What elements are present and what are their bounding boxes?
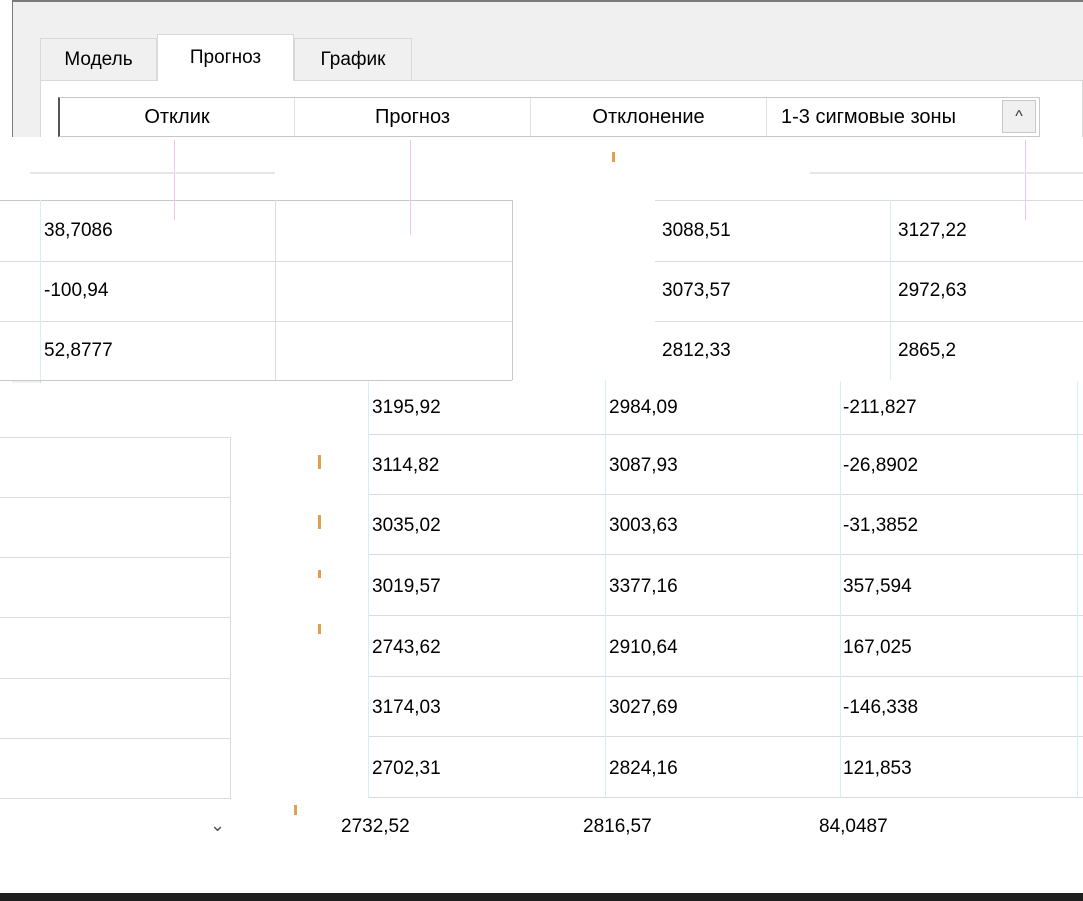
cell-forecast: 2910,64 bbox=[609, 637, 678, 658]
cell-forecast: 3087,93 bbox=[609, 455, 678, 476]
column-divider bbox=[275, 200, 276, 380]
row-divider bbox=[368, 434, 1083, 435]
column-divider bbox=[605, 380, 606, 798]
render-artifact bbox=[1025, 140, 1026, 220]
render-artifact bbox=[294, 805, 297, 815]
column-divider bbox=[512, 200, 513, 380]
cell-response: 2743,62 bbox=[372, 637, 441, 658]
cell-forecast: 2816,57 bbox=[583, 816, 652, 837]
cell-response: 3019,57 bbox=[372, 576, 441, 597]
row-divider bbox=[0, 200, 512, 201]
tab-chart[interactable]: График bbox=[294, 38, 412, 80]
render-artifact bbox=[318, 455, 321, 469]
window-top-border bbox=[0, 0, 1083, 2]
cell-deviation: 84,0487 bbox=[819, 816, 888, 837]
render-artifact bbox=[30, 172, 275, 174]
row-divider bbox=[0, 437, 230, 438]
row-divider bbox=[0, 798, 230, 799]
cell-deviation: -100,94 bbox=[44, 280, 109, 301]
chevron-up-icon: ^ bbox=[1015, 107, 1023, 125]
cell-response: 3174,03 bbox=[372, 697, 441, 718]
render-artifact bbox=[318, 624, 321, 634]
column-header-forecast[interactable]: Прогноз bbox=[295, 98, 531, 136]
render-artifact bbox=[318, 570, 321, 578]
row-divider bbox=[655, 200, 1083, 201]
cell-forecast: 3027,69 bbox=[609, 697, 678, 718]
row-divider bbox=[0, 261, 512, 262]
row-divider bbox=[655, 261, 1083, 262]
cell-response: 3114,82 bbox=[372, 455, 440, 476]
row-divider bbox=[0, 738, 230, 739]
table-header: Отклик Прогноз Отклонение 1-3 сигмовые з… bbox=[58, 97, 1040, 137]
cell-forecast: 2824,16 bbox=[609, 758, 678, 779]
row-divider bbox=[0, 321, 512, 322]
cell-forecast: 2984,09 bbox=[609, 397, 678, 418]
cell-forecast: 3377,16 bbox=[609, 576, 678, 597]
cell-lower-sigma: 2812,33 bbox=[662, 340, 731, 361]
cell-deviation: -211,827 bbox=[843, 397, 917, 418]
cell-response: 3035,02 bbox=[372, 515, 441, 536]
row-divider bbox=[0, 617, 230, 618]
row-divider bbox=[0, 557, 230, 558]
column-header-sigma-zones[interactable]: 1-3 сигмовые зоны bbox=[767, 98, 1002, 136]
row-divider bbox=[368, 494, 1083, 495]
row-divider bbox=[0, 678, 230, 679]
cell-upper-sigma: 2865,2 bbox=[898, 340, 957, 361]
column-header-response[interactable]: Отклик bbox=[60, 98, 295, 136]
column-header-deviation[interactable]: Отклонение bbox=[531, 98, 767, 136]
cell-deviation: 121,853 bbox=[843, 758, 912, 779]
row-divider bbox=[368, 676, 1083, 677]
cell-deviation: 167,025 bbox=[843, 637, 912, 658]
row-divider bbox=[0, 497, 230, 498]
column-divider bbox=[230, 437, 231, 799]
cell-lower-sigma: 3073,57 bbox=[662, 280, 731, 301]
cell-deviation: 38,7086 bbox=[44, 220, 113, 241]
row-divider bbox=[655, 321, 1083, 322]
scroll-up-button[interactable]: ^ bbox=[1002, 100, 1036, 133]
row-divider bbox=[368, 736, 1083, 737]
cell-response: 3195,92 bbox=[372, 397, 441, 418]
row-divider bbox=[0, 380, 512, 381]
row-divider bbox=[368, 797, 1083, 798]
column-divider bbox=[840, 380, 841, 798]
column-divider bbox=[368, 380, 369, 798]
window-bottom-border bbox=[0, 893, 1083, 901]
chevron-down-icon[interactable]: ⌄ bbox=[210, 815, 225, 836]
grid-left-background bbox=[0, 383, 296, 893]
cell-forecast: 3003,63 bbox=[609, 515, 678, 536]
render-artifact bbox=[612, 152, 615, 162]
cell-deviation: -26,8902 bbox=[843, 455, 919, 476]
tab-forecast[interactable]: Прогноз bbox=[157, 34, 294, 81]
row-divider bbox=[368, 554, 1083, 555]
column-divider bbox=[40, 200, 41, 380]
tab-model[interactable]: Модель bbox=[40, 38, 157, 80]
row-divider bbox=[368, 615, 1083, 616]
render-artifact bbox=[410, 140, 411, 235]
window-left-border bbox=[12, 0, 13, 140]
render-artifact bbox=[174, 140, 175, 220]
column-divider bbox=[890, 200, 891, 380]
cell-deviation: -146,338 bbox=[843, 697, 919, 718]
render-artifact bbox=[810, 172, 1083, 174]
cell-deviation: 52,8777 bbox=[44, 340, 113, 361]
cell-upper-sigma: 2972,63 bbox=[898, 280, 967, 301]
column-divider bbox=[1077, 380, 1078, 798]
cell-lower-sigma: 3088,51 bbox=[662, 220, 731, 241]
render-artifact bbox=[318, 515, 321, 529]
cell-deviation: -31,3852 bbox=[843, 515, 919, 536]
cell-deviation: 357,594 bbox=[843, 576, 912, 597]
cell-upper-sigma: 3127,22 bbox=[898, 220, 967, 241]
cell-response: 2732,52 bbox=[341, 816, 410, 837]
cell-response: 2702,31 bbox=[372, 758, 441, 779]
